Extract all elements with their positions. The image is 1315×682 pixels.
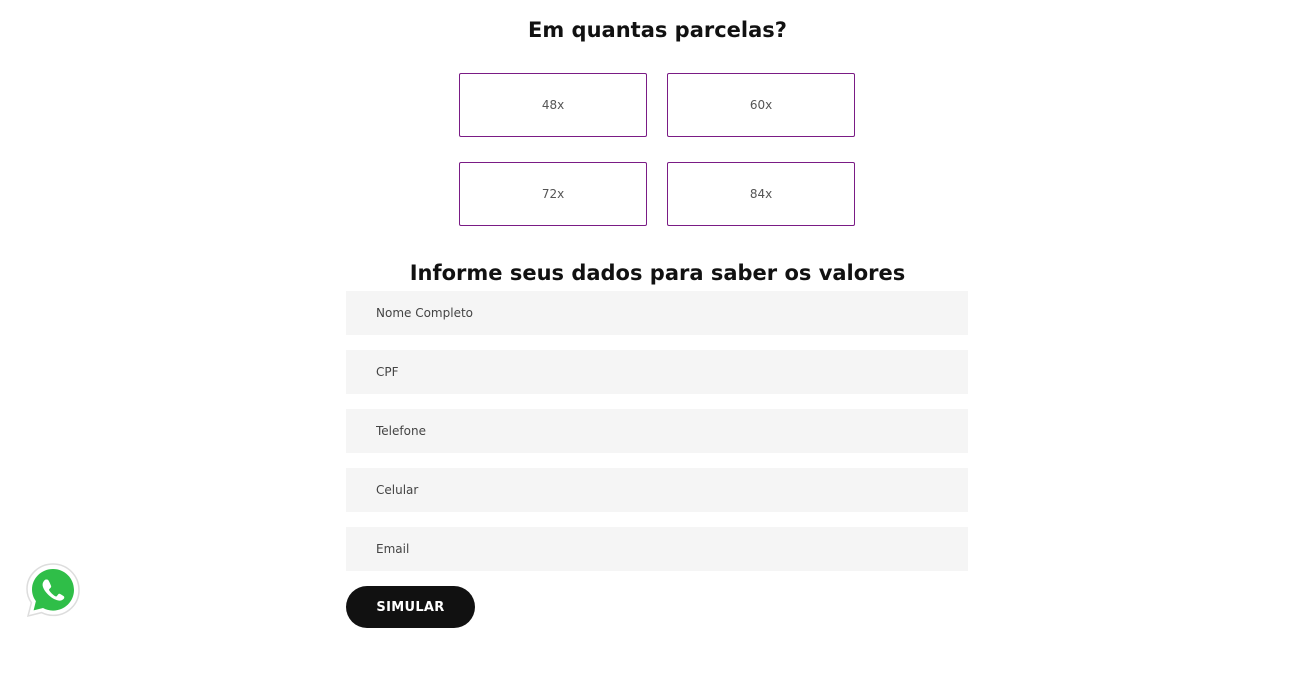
phone-field[interactable] — [346, 409, 968, 453]
installment-option-84[interactable]: 84x — [667, 162, 855, 226]
full-name-field[interactable] — [346, 291, 968, 335]
email-field[interactable] — [346, 527, 968, 571]
whatsapp-icon — [26, 563, 80, 618]
installments-title: Em quantas parcelas? — [528, 18, 787, 42]
simulate-button[interactable]: SIMULAR — [346, 586, 475, 628]
installment-option-60[interactable]: 60x — [667, 73, 855, 137]
cpf-field[interactable] — [346, 350, 968, 394]
installment-option-48[interactable]: 48x — [459, 73, 647, 137]
page: Em quantas parcelas? 48x 60x 72x 84x Inf… — [0, 0, 1315, 682]
whatsapp-button[interactable] — [23, 560, 83, 620]
form-title: Informe seus dados para saber os valores — [409, 261, 906, 285]
mobile-field[interactable] — [346, 468, 968, 512]
installment-option-72[interactable]: 72x — [459, 162, 647, 226]
